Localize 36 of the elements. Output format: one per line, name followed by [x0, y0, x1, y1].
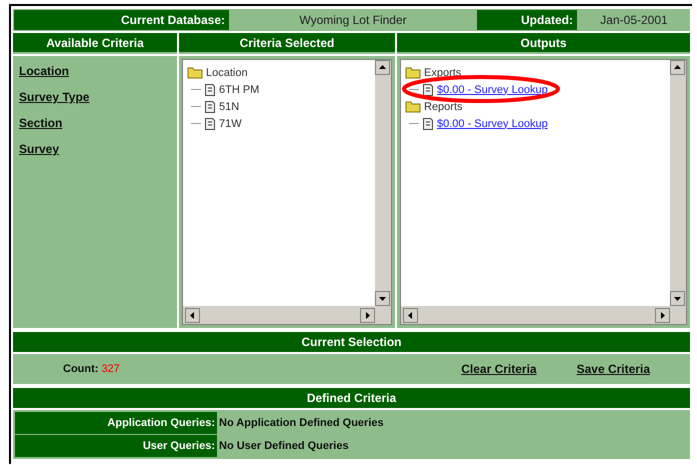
section-header: Defined Criteria	[13, 388, 690, 408]
tree-item[interactable]: Exports	[424, 66, 462, 78]
criteria-link[interactable]: Survey Type	[19, 90, 90, 104]
column-header: Outputs	[397, 33, 690, 54]
action-link[interactable]: Save Criteria	[576, 362, 650, 376]
count-value: 327	[101, 363, 120, 375]
tree-item[interactable]: 71W	[219, 118, 242, 130]
document-icon	[422, 116, 434, 130]
column-header: Available Criteria	[13, 33, 177, 54]
query-value: No User Defined Queries	[218, 439, 350, 454]
folder-icon	[405, 100, 421, 113]
updated-date: Jan-05-2001	[599, 12, 669, 29]
criteria-link[interactable]: Survey	[19, 142, 60, 156]
query-label: User Queries:	[15, 435, 217, 457]
database-label: Current Database:	[14, 10, 229, 30]
count-label: Count:	[63, 363, 98, 375]
criteria-link[interactable]: Location	[19, 64, 69, 78]
folder-icon	[187, 66, 203, 79]
query-label: Application Queries:	[15, 412, 217, 434]
document-icon	[422, 82, 434, 96]
document-icon	[204, 116, 216, 130]
action-link[interactable]: Clear Criteria	[461, 362, 537, 376]
query-value: No Application Defined Queries	[218, 416, 385, 431]
output-link[interactable]: $0.00 - Survey Lookup	[437, 118, 548, 130]
folder-icon	[405, 66, 421, 79]
section-header: Current Selection	[13, 332, 690, 352]
tree-item[interactable]: Location	[206, 66, 248, 78]
database-name: Wyoming Lot Finder	[298, 12, 408, 29]
document-icon	[204, 82, 216, 96]
updated-label: Updated:	[477, 10, 577, 30]
tree-item[interactable]: 51N	[219, 100, 240, 112]
tree-item[interactable]: Reports	[424, 100, 463, 112]
criteria-link[interactable]: Section	[19, 116, 62, 130]
tree-item[interactable]: 6TH PM	[219, 84, 260, 96]
column-header: Criteria Selected	[179, 33, 395, 54]
document-icon	[204, 100, 216, 114]
